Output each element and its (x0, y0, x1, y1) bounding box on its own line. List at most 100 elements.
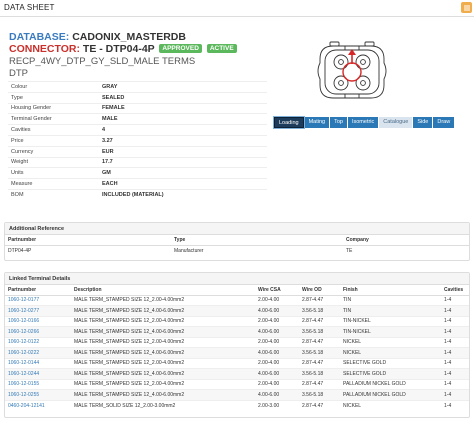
active-badge: ACTIVE (206, 44, 237, 53)
finish-cell: SELECTIVE GOLD (340, 368, 441, 379)
tab-side[interactable]: Side (413, 117, 433, 128)
linked-terminals-table: Partnumber Description Wire CSA Wire OD … (5, 285, 469, 411)
tab-loading[interactable]: Loading (273, 116, 305, 129)
partnumber-link[interactable]: 1060-12-0144 (8, 360, 39, 366)
partnumber-link[interactable]: 1060-12-0244 (8, 371, 39, 377)
property-value: 4 (102, 127, 106, 134)
property-row: Type SEALED (8, 91, 267, 103)
partnumber-cell: 1060-12-0222 (5, 347, 71, 358)
connector-family: DTP (9, 68, 28, 79)
col-type: Type (171, 235, 343, 246)
property-key: Weight (11, 159, 29, 166)
database-value: CADONIX_MASTERDB (72, 31, 186, 43)
tab-draw[interactable]: Draw (433, 117, 455, 128)
partnumber-cell: 1060-12-0255 (5, 389, 71, 400)
partnumber-link[interactable]: 1060-12-0155 (8, 381, 39, 387)
property-key: Units (11, 170, 24, 177)
cavities-cell: 1-4 (441, 294, 469, 306)
wire-od-cell: 2.87-4.47 (299, 315, 340, 327)
property-row: Cavities 4 (8, 124, 267, 135)
property-row: Terminal Gender MALE (8, 113, 267, 124)
partnumber-link[interactable]: 1060-12-0222 (8, 350, 39, 356)
wire-csa-cell: 2.00-4.00 (255, 378, 299, 390)
tab-catalogue[interactable]: Catalogue (379, 117, 413, 128)
wire-csa-cell: 4.00-6.00 (255, 389, 299, 400)
partnumber-link[interactable]: 1060-12-0266 (8, 329, 39, 335)
hamburger-icon (463, 5, 470, 10)
property-value: EUR (102, 148, 114, 155)
tab-top[interactable]: Top (330, 117, 347, 128)
ref-type: Manufacturer (171, 244, 343, 256)
property-value: GRAY (102, 83, 118, 90)
property-row: Weight 17.7 (8, 156, 267, 168)
property-row: BOM INCLUDED (MATERIAL) (8, 188, 267, 200)
connector-label: CONNECTOR: (9, 43, 80, 55)
additional-reference-title: Additional Reference (5, 223, 469, 235)
partnumber-cell: 1060-12-0244 (5, 368, 71, 379)
cavities-cell: 1-4 (441, 347, 469, 358)
col-partnumber: Partnumber (5, 235, 171, 246)
col-cavities: Cavities (441, 285, 469, 296)
connector-line: CONNECTOR: TE - DTP04-4P APPROVED ACTIVE (9, 43, 237, 55)
table-row: 1060-12-0266 MALE TERM_STAMPED SIZE 12_4.… (5, 326, 469, 337)
wire-od-cell: 3.56-5.18 (299, 305, 340, 316)
finish-cell: SELECTIVE GOLD (340, 357, 441, 369)
property-row: Housing Gender FEMALE (8, 102, 267, 114)
properties-table: Colour GRAY Type SEALED Housing Gender FEMALE… (8, 81, 267, 200)
additional-reference-panel: Additional Reference Partnumber Type Com… (4, 222, 470, 261)
property-value: FEMALE (102, 105, 125, 112)
hamburger-menu-button[interactable] (461, 2, 472, 13)
tab-isometric[interactable]: Isometric (347, 117, 379, 128)
partnumber-link[interactable]: 1060-12-0122 (8, 339, 39, 345)
table-row: 1060-12-0277 MALE TERM_STAMPED SIZE 12_4.… (5, 305, 469, 316)
finish-cell: PALLADIUM NICKEL GOLD (340, 389, 441, 400)
property-value: SEALED (102, 94, 125, 101)
property-key: Housing Gender (11, 105, 52, 112)
cavities-cell: 1-4 (441, 357, 469, 369)
finish-cell: NICKEL (340, 347, 441, 358)
col-wire-od: Wire OD (299, 285, 340, 296)
wire-csa-cell: 2.00-4.00 (255, 294, 299, 306)
property-value: 17.7 (102, 159, 113, 166)
description-cell: MALE TERM_STAMPED SIZE 12_2.00-4.00mm2 (71, 315, 255, 327)
description-cell: MALE TERM_SOLID SIZE 12_2.00-3.00mm2 (71, 399, 255, 411)
partnumber-link[interactable]: 1060-12-0255 (8, 392, 39, 398)
partnumber-link[interactable]: 0460-204-12141 (8, 403, 45, 409)
property-value: INCLUDED (MATERIAL) (102, 191, 164, 198)
property-key: Colour (11, 83, 28, 90)
description-cell: MALE TERM_STAMPED SIZE 12_2.00-4.00mm2 (71, 378, 255, 390)
linked-terminals-title: Linked Terminal Details (5, 273, 469, 285)
property-value: 3.27 (102, 137, 113, 144)
partnumber-cell: 1060-12-0122 (5, 336, 71, 348)
description-cell: MALE TERM_STAMPED SIZE 12_4.00-6.00mm2 (71, 368, 255, 379)
database-line: DATABASE: CADONIX_MASTERDB (9, 31, 186, 43)
table-row: 1060-12-0144 MALE TERM_STAMPED SIZE 12_2.… (5, 357, 469, 369)
partnumber-link[interactable]: 1060-12-0177 (8, 297, 39, 303)
cavities-cell: 1-4 (441, 326, 469, 337)
finish-cell: TIN (340, 294, 441, 306)
partnumber-link[interactable]: 1060-12-0166 (8, 318, 39, 324)
wire-od-cell: 3.56-5.18 (299, 368, 340, 379)
wire-od-cell: 2.87-4.47 (299, 294, 340, 306)
tab-mating[interactable]: Mating (304, 117, 330, 128)
table-row: 1060-12-0155 MALE TERM_STAMPED SIZE 12_2.… (5, 378, 469, 390)
window-title: DATA SHEET (4, 3, 55, 12)
partnumber-cell: 1060-12-0266 (5, 326, 71, 337)
cavities-cell: 1-4 (441, 368, 469, 379)
partnumber-cell: 1060-12-0177 (5, 294, 71, 306)
cavities-cell: 1-4 (441, 336, 469, 348)
additional-reference-table: Partnumber Type Company DTP04-4P Manufac… (5, 235, 469, 256)
property-value: MALE (102, 116, 118, 123)
property-row: Units GM (8, 167, 267, 178)
table-row: 1060-12-0222 MALE TERM_STAMPED SIZE 12_4.… (5, 347, 469, 358)
wire-csa-cell: 2.00-3.00 (255, 399, 299, 411)
finish-cell: TIN-NICKEL (340, 315, 441, 327)
linked-terminals-panel: Linked Terminal Details Partnumber Descr… (4, 272, 470, 418)
table-row: 1060-12-0122 MALE TERM_STAMPED SIZE 12_2.… (5, 336, 469, 348)
wire-od-cell: 2.87-4.47 (299, 399, 340, 411)
cavities-cell: 1-4 (441, 378, 469, 390)
finish-cell: TIN (340, 305, 441, 316)
description-cell: MALE TERM_STAMPED SIZE 12_2.00-4.00mm2 (71, 357, 255, 369)
partnumber-link[interactable]: 1060-12-0277 (8, 308, 39, 314)
property-key: Cavities (11, 127, 31, 134)
